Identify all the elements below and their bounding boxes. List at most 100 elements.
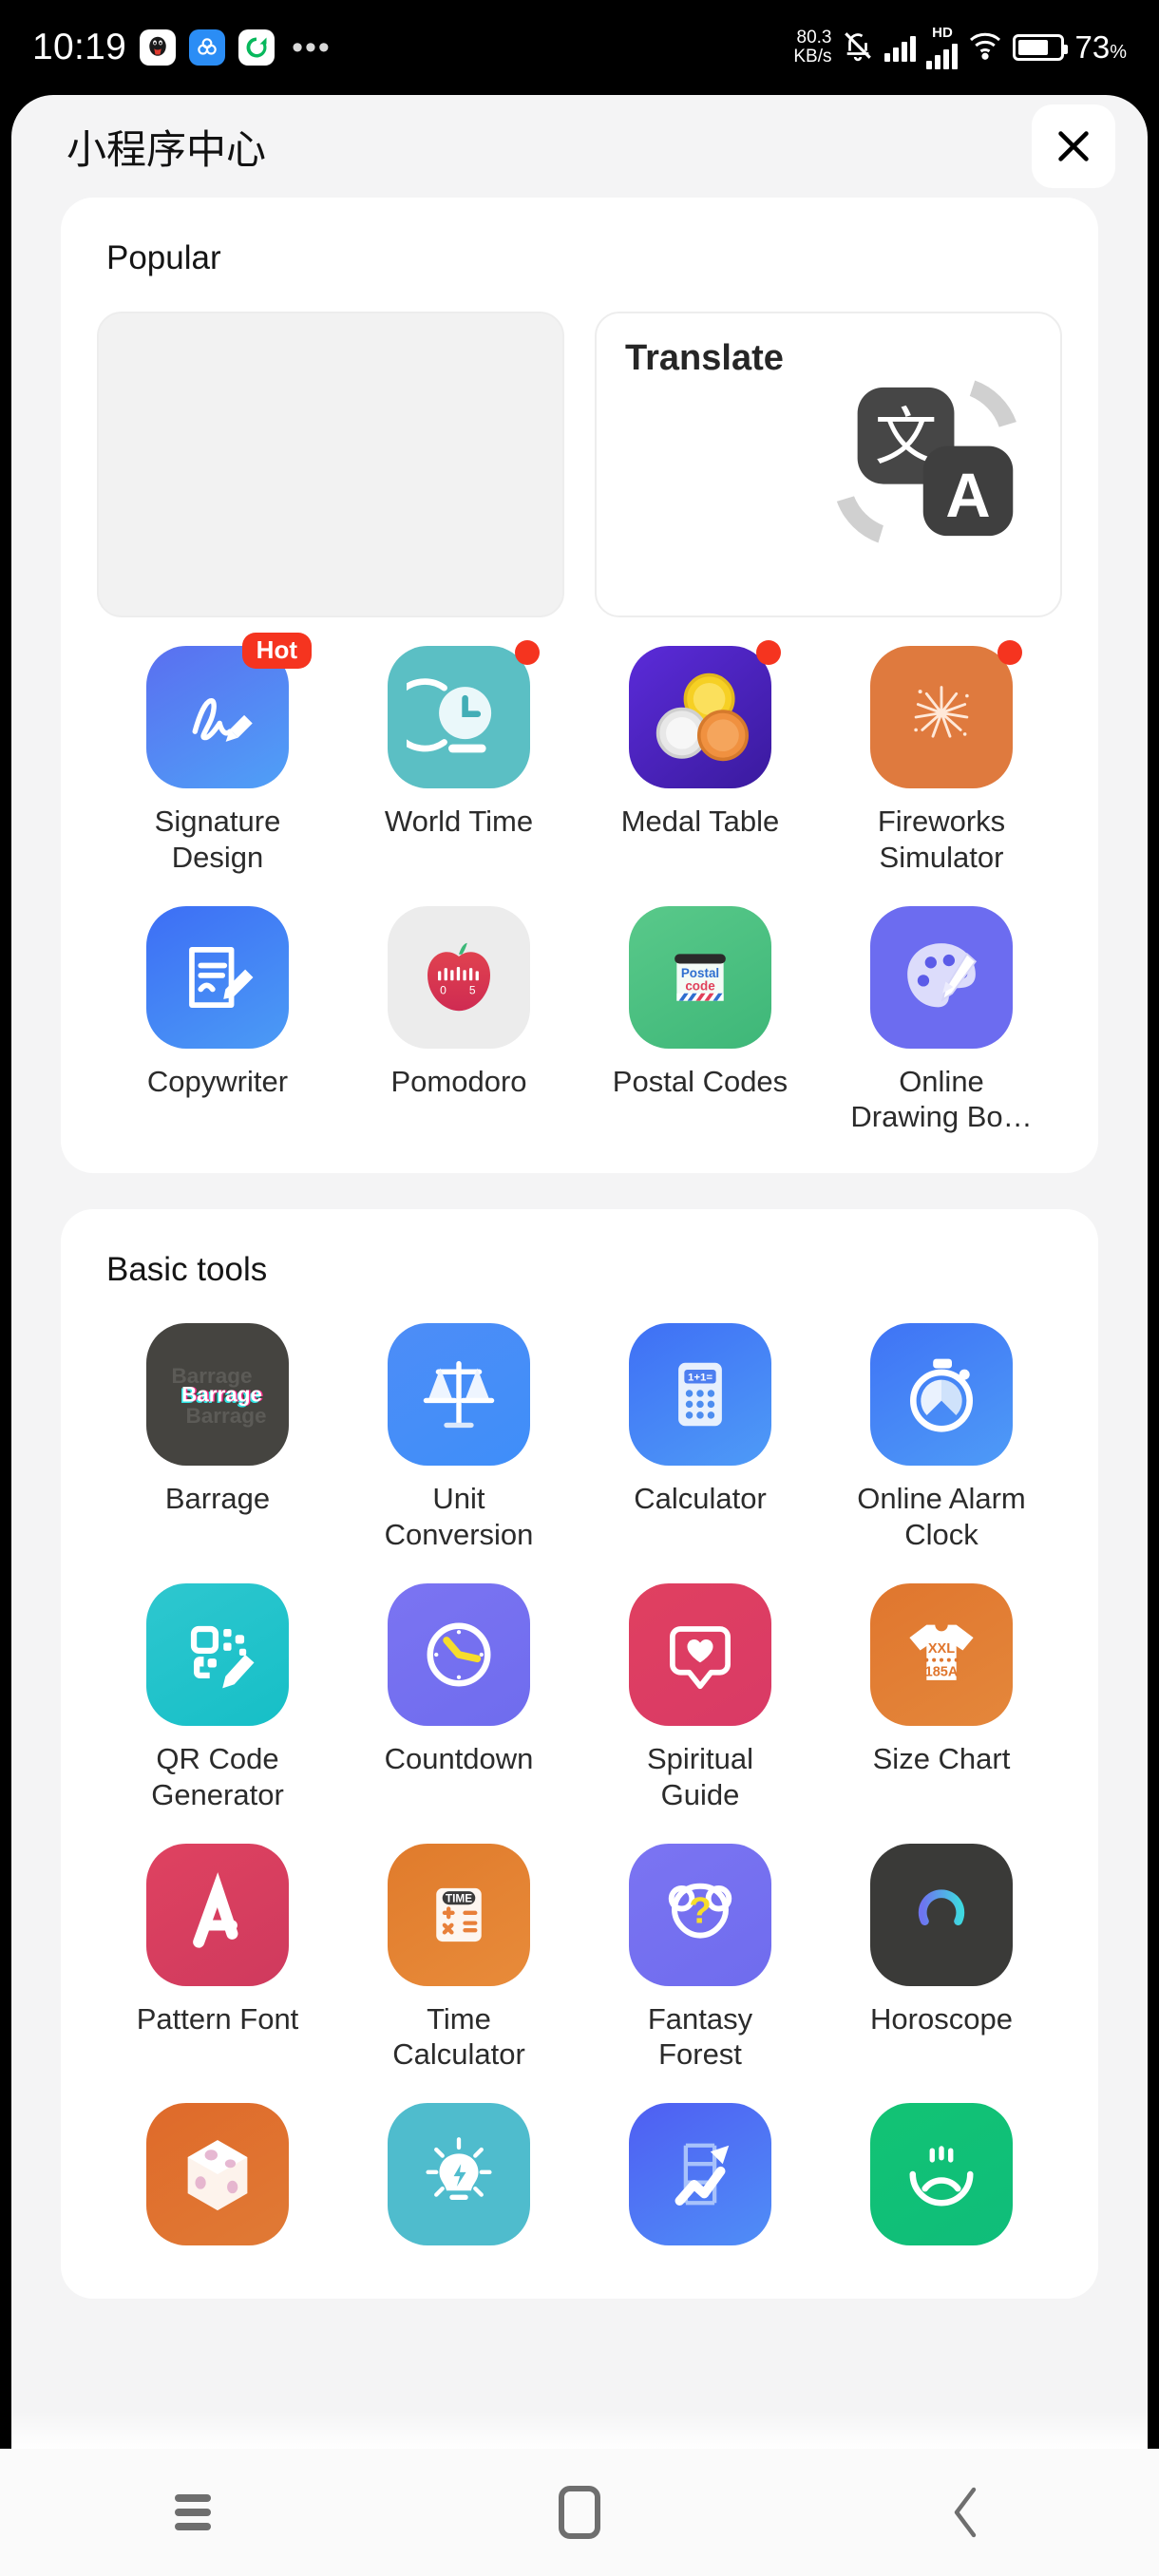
qr-code-icon [146,1582,289,1726]
world-time-icon [388,646,530,788]
badge-dot [515,640,540,665]
app-spiritual-guide[interactable]: Spiritual Guide [580,1582,821,1813]
app-unit-conversion[interactable]: Unit Conversion [338,1323,580,1553]
app-label: Calculator [634,1482,767,1516]
app-growth-chart[interactable] [580,2103,821,2261]
app-label: Online Drawing Bo… [850,1064,1033,1134]
app-gauge[interactable] [821,2103,1062,2261]
app-horoscope[interactable]: Horoscope [821,1843,1062,2074]
network-speed-value: 80.3 [796,28,832,48]
app-label: Pomodoro [390,1064,527,1098]
app-label: Signature Design [154,805,281,874]
signal-bars-1-icon [884,33,917,62]
section-title-basic-tools: Basic tools [106,1251,268,1289]
bear-question-icon: ? [629,1843,771,1986]
dice-icon [146,2103,289,2246]
section-title-popular: Popular [106,239,221,276]
svg-text:0: 0 [440,983,446,996]
stopwatch-icon [870,1323,1013,1467]
barrage-icon: Barrage Barrage Barrage Barrage Barrage [146,1323,289,1467]
app-label: Online Alarm Clock [857,1482,1026,1552]
app-online-drawing-board[interactable]: Online Drawing Bo… [821,905,1062,1136]
status-bar-right: 80.3 KB/s HD 73% [793,26,1127,69]
gauge-icon [870,2103,1013,2246]
app-lightbulb[interactable] [338,2103,580,2261]
banner-placeholder[interactable] [97,312,564,617]
app-postal-codes[interactable]: Postal code Postal Codes [580,905,821,1136]
app-online-alarm-clock[interactable]: Online Alarm Clock [821,1323,1062,1553]
heart-bubble-icon [629,1582,771,1726]
app-label: World Time [384,805,534,838]
app-label: Unit Conversion [384,1482,534,1552]
app-label: Spiritual Guide [647,1741,753,1811]
badge-dot [756,640,781,665]
svg-text:185A: 185A [925,1664,959,1679]
svg-text:1+1=: 1+1= [688,1373,712,1384]
close-button[interactable] [1032,104,1115,188]
scales-icon [388,1323,530,1467]
battery-percent: 73% [1074,29,1127,65]
popular-app-grid: Hot Signature Design World Time Medal Ta… [97,633,1062,1136]
section-popular: Popular Translate 文 A Hot Signature Desi… [61,198,1098,1174]
app-label: Medal Table [620,805,780,838]
app-label: Barrage [164,1482,271,1516]
app-label: Pattern Font [136,2001,299,2036]
libra-icon [870,1843,1013,1986]
app-barrage[interactable]: Barrage Barrage Barrage Barrage Barrage … [97,1323,338,1553]
network-speed: 80.3 KB/s [793,28,831,66]
app-qr-code-generator[interactable]: QR Code Generator [97,1582,338,1813]
home-icon [559,2486,600,2539]
sheet-scroll-area[interactable]: Popular Translate 文 A Hot Signature Desi… [11,198,1148,2300]
fireworks-icon [870,646,1013,788]
battery-icon [1013,34,1069,61]
hd-label: HD [932,25,953,41]
app-fantasy-forest[interactable]: ? Fantasy Forest [580,1843,821,2074]
app-medal-table[interactable]: Medal Table [580,640,821,876]
app-label: Copywriter [146,1064,289,1098]
app-pomodoro[interactable]: 0 5 Pomodoro [338,905,580,1136]
banner-translate[interactable]: Translate 文 A [595,312,1062,617]
drawing-board-icon [870,905,1013,1049]
lightbulb-icon [388,2103,530,2246]
medal-table-icon [629,646,771,788]
svg-text:?: ? [689,1890,712,1931]
translate-en-glyph: A [945,461,990,530]
svg-text:Barrage: Barrage [185,1404,266,1428]
app-size-chart[interactable]: XXL 185A Size Chart [821,1582,1062,1813]
app-label: Size Chart [872,1741,1011,1775]
status-bar: 10:19 ••• 80.3 KB/s HD 73% [0,0,1159,95]
badge-hot: Hot [241,633,312,669]
svg-text:5: 5 [469,983,476,996]
android-nav-bar [0,2449,1159,2576]
app-time-calculator[interactable]: TIME Time Calculator [338,1843,580,2074]
app-label: Fireworks Simulator [877,805,1006,874]
sheet-header: 小程序中心 [11,95,1148,198]
copywriter-icon [146,905,289,1049]
app-dice[interactable] [97,2103,338,2261]
app-copywriter[interactable]: Copywriter [97,905,338,1136]
back-icon [954,2487,976,2538]
app-calculator[interactable]: 1+1= Calculator [580,1323,821,1553]
home-button[interactable] [387,2486,773,2539]
section-basic-tools: Basic tools Barrage Barrage Barrage Barr… [61,1209,1098,2300]
app-fireworks-simulator[interactable]: Fireworks Simulator [821,640,1062,876]
growth-chart-icon [629,2103,771,2246]
app-label: Time Calculator [392,2001,525,2072]
tshirt-icon: XXL 185A [870,1582,1013,1726]
basic-tools-app-grid: Barrage Barrage Barrage Barrage Barrage … [97,1323,1062,2261]
menu-icon [175,2488,212,2537]
app-signature-design[interactable]: Hot Signature Design [97,633,338,876]
countdown-clock-icon [388,1582,530,1726]
menu-button[interactable] [0,2488,387,2537]
app-pattern-font[interactable]: Pattern Font [97,1843,338,2074]
hd-signal-icon: HD [926,25,959,69]
banner-translate-label: Translate [625,338,784,378]
app-countdown[interactable]: Countdown [338,1582,580,1813]
svg-text:TIME: TIME [446,1891,472,1904]
green-app-icon [238,29,276,66]
back-button[interactable] [772,2483,1159,2542]
mini-program-sheet: 小程序中心 Popular Translate 文 A Hot Signatur… [11,95,1148,2449]
app-world-time[interactable]: World Time [338,640,580,876]
svg-text:XXL: XXL [928,1641,955,1657]
close-icon [1058,131,1089,161]
